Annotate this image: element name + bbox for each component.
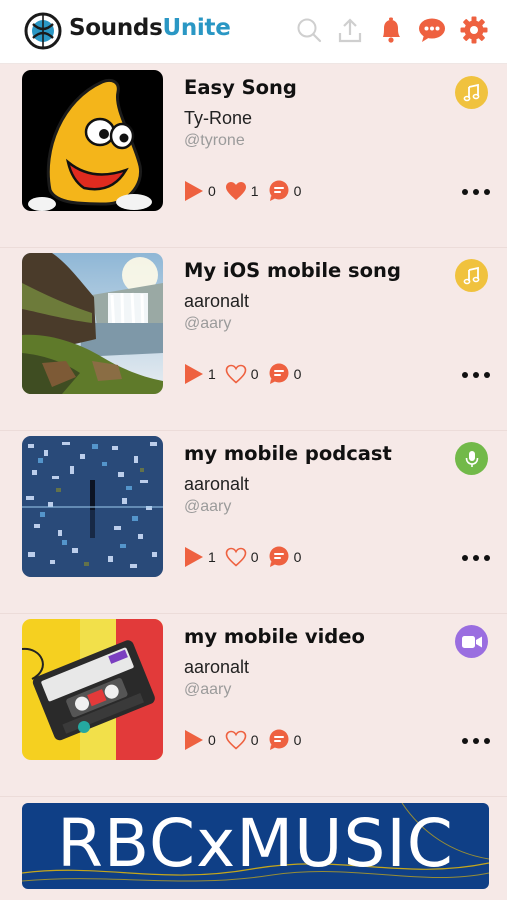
video-camera-type-icon (455, 625, 488, 658)
app-header: SoundsUnite (0, 0, 507, 64)
music-type-icon (455, 259, 488, 292)
banner-text: RBCxMUSIC (57, 805, 454, 882)
track-stats: 1 0 0 (184, 363, 310, 385)
more-options-button[interactable] (462, 553, 490, 563)
rbc-music-banner[interactable]: RBCxMUSIC (22, 803, 489, 889)
track-artwork[interactable] (22, 253, 163, 394)
track-title[interactable]: My iOS mobile song (184, 259, 401, 282)
comment-count: 0 (293, 366, 302, 382)
upload-icon[interactable] (334, 14, 366, 46)
card-divider (0, 796, 507, 797)
bell-icon[interactable] (375, 14, 407, 46)
track-handle: @aary (184, 315, 232, 332)
track-artwork[interactable] (22, 436, 163, 577)
play-count: 0 (208, 183, 216, 199)
heart-outline-icon[interactable] (225, 547, 247, 567)
track-stats: 0 0 0 (184, 729, 310, 751)
comment-icon[interactable] (268, 729, 290, 751)
music-type-icon (455, 76, 488, 109)
microphone-type-icon (455, 442, 488, 475)
comment-icon[interactable] (268, 180, 290, 202)
comment-icon[interactable] (268, 363, 290, 385)
play-count: 1 (208, 366, 216, 382)
track-title[interactable]: Easy Song (184, 76, 297, 99)
track-handle: @tyrone (184, 132, 245, 149)
play-icon[interactable] (184, 546, 204, 568)
like-count: 0 (250, 549, 259, 565)
like-count: 0 (250, 366, 259, 382)
brand-name[interactable]: SoundsUnite (69, 15, 231, 41)
heart-outline-icon[interactable] (225, 364, 247, 384)
track-artist[interactable]: aaronalt (184, 474, 249, 495)
more-options-button[interactable] (462, 370, 490, 380)
brand-part-unite: Unite (162, 15, 231, 41)
logo-icon[interactable] (24, 12, 62, 50)
play-count: 0 (208, 732, 216, 748)
play-icon[interactable] (184, 363, 204, 385)
comment-count: 0 (293, 732, 302, 748)
heart-outline-icon[interactable] (225, 730, 247, 750)
track-artist[interactable]: Ty-Rone (184, 108, 252, 129)
more-options-button[interactable] (462, 187, 490, 197)
track-card: my mobile podcast aaronalt @aary 1 0 0 (0, 431, 507, 614)
more-options-button[interactable] (462, 736, 490, 746)
track-handle: @aary (184, 498, 232, 515)
brand-part-sounds: Sounds (69, 15, 163, 41)
heart-filled-icon[interactable] (225, 181, 247, 201)
play-icon[interactable] (184, 729, 204, 751)
track-card: My iOS mobile song aaronalt @aary 1 0 0 (0, 248, 507, 431)
track-stats: 1 0 0 (184, 546, 310, 568)
comment-count: 0 (293, 183, 302, 199)
track-card: my mobile video aaronalt @aary 0 0 0 (0, 614, 507, 797)
track-title[interactable]: my mobile podcast (184, 442, 392, 465)
track-artwork[interactable] (22, 70, 163, 211)
search-icon[interactable] (293, 14, 325, 46)
track-artist[interactable]: aaronalt (184, 291, 249, 312)
play-count: 1 (208, 549, 216, 565)
comment-icon[interactable] (268, 546, 290, 568)
track-card: Easy Song Ty-Rone @tyrone 0 1 0 (0, 65, 507, 248)
play-icon[interactable] (184, 180, 204, 202)
track-title[interactable]: my mobile video (184, 625, 365, 648)
track-stats: 0 1 0 (184, 180, 310, 202)
track-artwork[interactable] (22, 619, 163, 760)
track-artist[interactable]: aaronalt (184, 657, 249, 678)
chat-icon[interactable] (416, 14, 448, 46)
track-handle: @aary (184, 681, 232, 698)
gear-icon[interactable] (458, 14, 490, 46)
comment-count: 0 (293, 549, 302, 565)
like-count: 0 (250, 732, 259, 748)
like-count: 1 (250, 183, 259, 199)
